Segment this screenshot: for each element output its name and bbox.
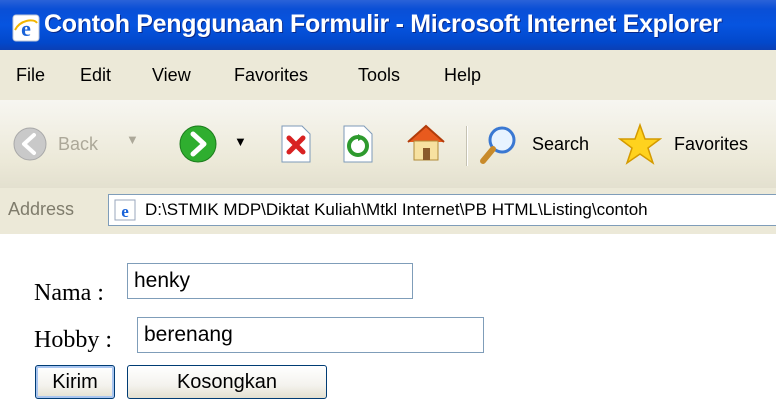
menu-view[interactable]: View [152,65,191,86]
page-icon: e [114,199,136,221]
hobby-label: Hobby : [34,327,112,353]
toolbar-separator [466,126,468,166]
favorites-label: Favorites [674,134,749,154]
search-label: Search [532,134,590,154]
address-url: D:\STMIK MDP\Diktat Kuliah\Mtkl Internet… [145,200,648,219]
forward-button[interactable]: ▼ [176,120,256,168]
hobby-input[interactable] [137,317,484,353]
favorites-button[interactable]: Favorites [618,120,776,168]
page-content: Nama : Hobby : Kirim Kosongkan [0,234,776,405]
back-label: Back [58,134,99,154]
menu-help[interactable]: Help [444,65,481,86]
window-title: Contoh Penggunaan Formulir - Microsoft I… [44,10,722,38]
back-arrow-icon [13,127,47,161]
internet-explorer-icon: e [12,14,40,42]
nama-label: Nama : [34,280,104,306]
address-bar: Address e D:\STMIK MDP\Diktat Kuliah\Mtk… [0,188,776,235]
menu-bar: File Edit View Favorites Tools Help [0,50,776,101]
search-icon [480,126,516,164]
stop-icon[interactable] [278,124,314,164]
search-button[interactable]: Search [478,120,602,168]
back-button[interactable]: Back ▼ [10,120,140,168]
svg-text:e: e [121,202,129,221]
favorites-star-icon [618,122,662,165]
address-label: Address [8,199,75,219]
kirim-button[interactable]: Kirim [35,365,115,399]
title-bar[interactable]: e Contoh Penggunaan Formulir - Microsoft… [0,0,776,50]
kosongkan-button[interactable]: Kosongkan [127,365,327,399]
nama-input[interactable] [127,263,413,299]
refresh-icon[interactable] [340,124,376,164]
forward-arrow-icon [179,125,217,163]
home-icon[interactable] [404,120,448,164]
menu-favorites[interactable]: Favorites [234,65,308,86]
address-field[interactable]: e D:\STMIK MDP\Diktat Kuliah\Mtkl Intern… [108,194,776,226]
menu-tools[interactable]: Tools [358,65,400,86]
forward-dropdown-icon: ▼ [234,134,247,149]
toolbar: Back ▼ ▼ Search Favorites [0,100,776,189]
menu-edit[interactable]: Edit [80,65,111,86]
back-dropdown-icon: ▼ [126,132,139,147]
menu-file[interactable]: File [16,65,45,86]
